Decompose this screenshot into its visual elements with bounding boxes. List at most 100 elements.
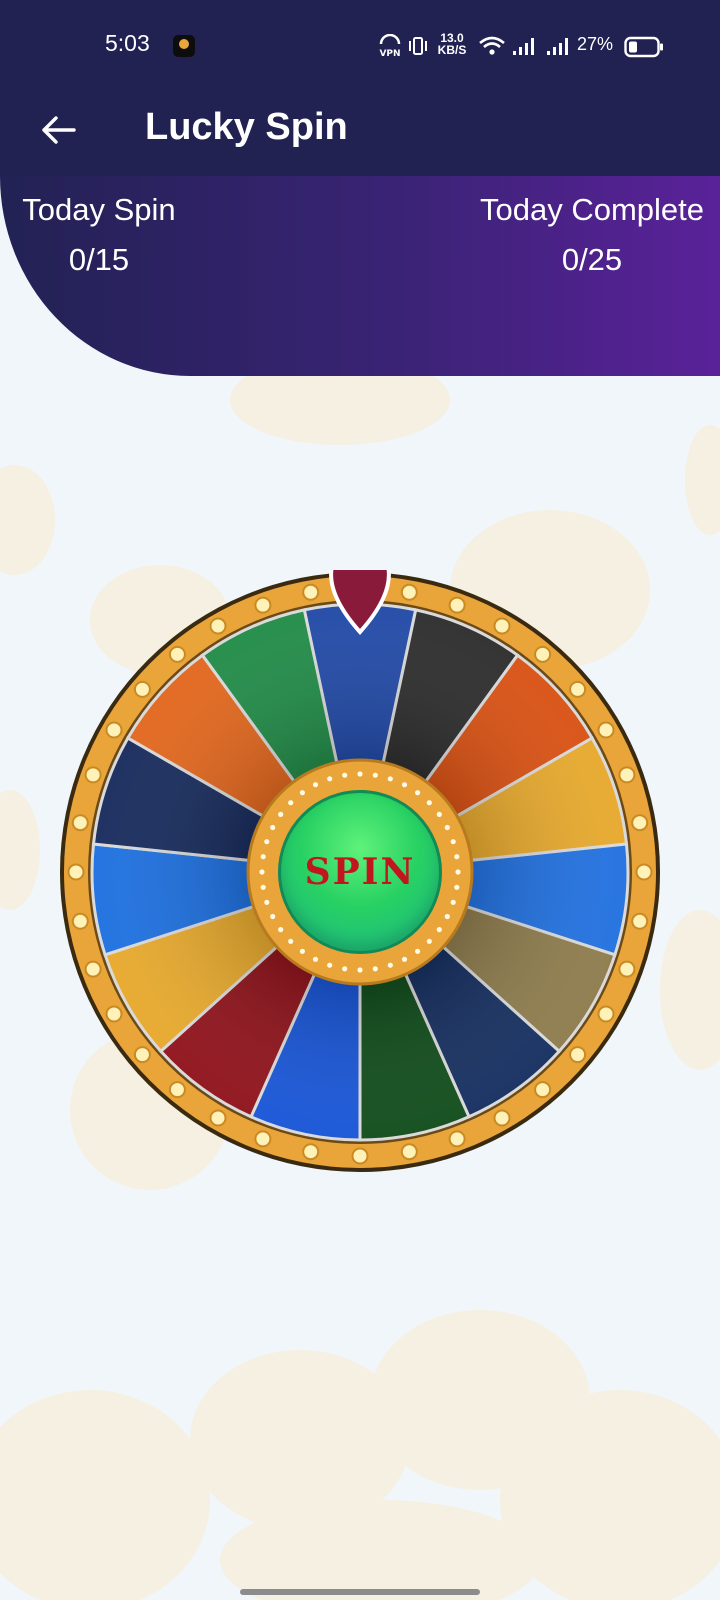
hub-light	[259, 869, 265, 875]
rim-light	[254, 1130, 272, 1148]
hub-light	[401, 782, 408, 788]
today-spin-stat: Today Spin 0/15	[18, 192, 180, 278]
rim-light	[133, 680, 151, 698]
hub-light	[426, 800, 432, 806]
spin-button-label: SPIN	[304, 851, 416, 893]
today-spin-label: Today Spin	[22, 192, 176, 227]
rim-light	[71, 814, 89, 832]
hub-light	[270, 913, 276, 920]
hub-light	[288, 938, 294, 944]
home-indicator[interactable]	[240, 1589, 480, 1595]
spin-wheel[interactable]: SPIN	[58, 570, 662, 1174]
rim-light	[209, 1109, 227, 1127]
hub-light	[312, 956, 319, 962]
hub-light	[444, 913, 450, 920]
hub-light	[450, 899, 456, 905]
hub-light	[299, 948, 305, 954]
rim-light	[635, 863, 653, 881]
page-title: Lucky Spin	[145, 106, 348, 148]
hub-light	[450, 839, 456, 845]
hub-light	[455, 869, 461, 875]
hub-light	[278, 811, 284, 817]
spin-button[interactable]: SPIN	[278, 790, 442, 954]
status-icons: VPN 13.0 KB/S 27%	[360, 28, 720, 64]
rim-light	[302, 583, 320, 601]
rim-light	[493, 1109, 511, 1127]
hub-light	[264, 839, 270, 845]
hub-light	[342, 966, 348, 972]
rim-light	[534, 645, 552, 663]
rim-light	[67, 863, 85, 881]
rim-light	[569, 680, 587, 698]
hub-light	[270, 824, 276, 831]
hub-light	[415, 948, 421, 954]
rim-light	[351, 1147, 369, 1165]
today-complete-stat: Today Complete 0/25	[468, 192, 716, 278]
hub-light	[264, 899, 270, 905]
hub-light	[426, 938, 432, 944]
rim-light	[569, 1046, 587, 1064]
signal-2-icon	[547, 38, 568, 55]
hub-light	[436, 927, 442, 933]
signal-1-icon	[513, 38, 534, 55]
wifi-icon	[479, 36, 505, 55]
rim-light	[448, 596, 466, 614]
rim-light	[631, 912, 649, 930]
hub-light	[288, 800, 294, 806]
hub-light	[260, 884, 266, 890]
app-bar: Lucky Spin	[0, 92, 720, 176]
battery-icon	[624, 36, 663, 58]
hub-light	[401, 956, 408, 962]
rim-light	[400, 1143, 418, 1161]
hub-light	[299, 790, 305, 796]
rim-light	[400, 583, 418, 601]
today-spin-value: 0/15	[68, 242, 130, 277]
rim-light	[133, 1046, 151, 1064]
rim-light	[254, 596, 272, 614]
back-button[interactable]	[34, 106, 82, 154]
rim-light	[493, 617, 511, 635]
hub-light	[387, 962, 393, 968]
app-notification-icon	[173, 35, 195, 57]
rim-light	[302, 1143, 320, 1161]
hub-light	[415, 790, 421, 796]
hub-light	[327, 776, 333, 782]
rim-light	[534, 1081, 552, 1099]
rim-light	[84, 766, 102, 784]
rim-light	[84, 960, 102, 978]
vpn-icon: VPN	[379, 34, 401, 58]
rim-light	[631, 814, 649, 832]
hub-light	[444, 824, 450, 831]
rim-light	[71, 912, 89, 930]
today-complete-label: Today Complete	[479, 192, 704, 227]
status-bar: 5:03 VPN 13.0 KB/S 27%	[0, 0, 720, 92]
hub-light	[357, 967, 363, 973]
rim-light	[168, 645, 186, 663]
svg-text:VPN: VPN	[379, 49, 400, 58]
rim-light	[105, 1005, 123, 1023]
battery-percent: 27%	[577, 34, 614, 54]
hub-light	[372, 772, 378, 778]
stats-panel: Today Spin 0/15 Today Complete 0/25	[0, 176, 720, 376]
hub-light	[342, 772, 348, 778]
arrow-left-icon	[42, 116, 76, 144]
today-complete-value: 0/25	[561, 242, 623, 277]
network-speed: 13.0 KB/S	[434, 32, 470, 56]
hub-light	[454, 884, 460, 890]
hub-light	[387, 776, 393, 782]
hub-light	[312, 782, 319, 788]
speed-unit: KB/S	[437, 43, 467, 57]
status-time: 5:03	[105, 30, 150, 56]
hub-light	[278, 927, 284, 933]
vibrate-icon	[409, 37, 427, 55]
hub-light	[357, 771, 363, 777]
rim-light	[105, 721, 123, 739]
hub-light	[436, 811, 442, 817]
hub-light	[327, 962, 333, 968]
rim-light	[618, 960, 636, 978]
hub-light	[260, 854, 266, 860]
rim-light	[448, 1130, 466, 1148]
rim-light	[618, 766, 636, 784]
hub-light	[372, 966, 378, 972]
rim-light	[597, 721, 615, 739]
